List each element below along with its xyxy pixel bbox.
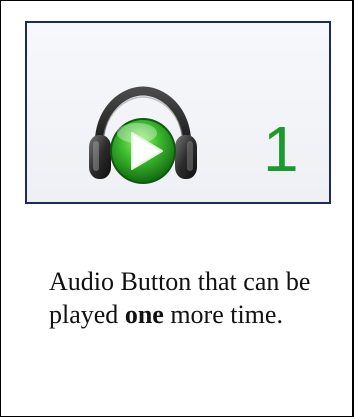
audio-control-panel: 1 — [25, 21, 331, 204]
headphones-play-icon — [89, 86, 197, 184]
audio-play-button[interactable] — [85, 85, 201, 195]
audio-button-description: Audio Button that can be played one more… — [49, 265, 339, 331]
remaining-plays-count: 1 — [263, 113, 299, 185]
caption-emphasis: one — [124, 300, 164, 329]
caption-text-end: more time. — [163, 300, 283, 329]
